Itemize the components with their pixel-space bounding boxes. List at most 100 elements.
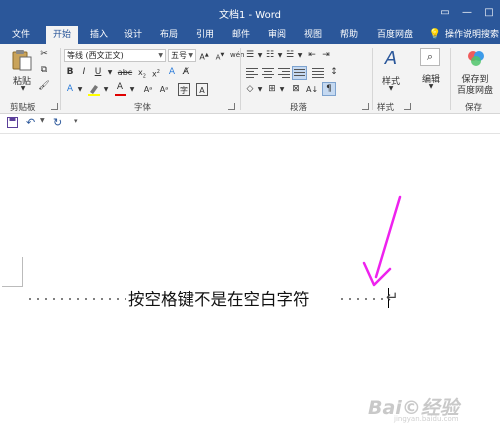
save-to-netdisk-label-2[interactable]: 百度网盘	[452, 83, 498, 96]
group-divider	[240, 48, 241, 110]
shrink-font-icon[interactable]: A▼	[214, 49, 226, 62]
borders-dropdown-icon[interactable]: ▼	[276, 83, 288, 96]
group-divider	[372, 48, 373, 110]
document-text-line[interactable]: 按空格键不是在空白字符	[128, 286, 310, 310]
customize-qat-icon[interactable]: ▾	[74, 117, 78, 125]
redo-icon[interactable]: ↻	[53, 116, 62, 129]
decrease-indent-icon[interactable]: ⇤	[306, 49, 318, 62]
lightbulb-icon[interactable]: 💡	[428, 26, 442, 44]
tab-view[interactable]: 视图	[298, 26, 328, 44]
tab-layout[interactable]: 布局	[154, 26, 184, 44]
superscript-icon[interactable]: x2	[150, 66, 162, 79]
sort-icon[interactable]: A↓	[306, 83, 318, 96]
font-group-label: 字体	[134, 103, 152, 113]
paste-icon[interactable]	[10, 48, 34, 72]
font-size-combo[interactable]: 五号 ▼	[168, 49, 196, 62]
font-name-value: 等线 (西文正文)	[67, 51, 124, 60]
font-size-dropdown-icon[interactable]: ▼	[188, 50, 193, 61]
enclose-characters-icon[interactable]: 字	[178, 83, 190, 96]
show-paragraph-marks-icon[interactable]: ¶	[322, 82, 336, 96]
increase-indent-icon[interactable]: ⇥	[320, 49, 332, 62]
tab-review[interactable]: 审阅	[262, 26, 292, 44]
save-group-label: 保存	[465, 103, 483, 113]
maximize-icon[interactable]: □	[478, 0, 500, 26]
paste-dropdown-icon[interactable]: ▼	[18, 85, 28, 92]
format-painter-icon[interactable]: 🖌	[38, 80, 50, 93]
font-color-icon[interactable]: A	[114, 81, 126, 96]
text-effects-dropdown-icon[interactable]: ▼	[74, 83, 86, 96]
clear-formatting-icon[interactable]: A̸	[180, 66, 192, 79]
font-name-combo[interactable]: 等线 (西文正文) ▼	[64, 49, 166, 62]
highlight-icon[interactable]	[88, 83, 100, 96]
document-page[interactable]: 按空格键不是在空白字符 ↵ Bai©经验 jingyan.baidu.com	[0, 135, 500, 443]
justify-icon[interactable]	[292, 66, 307, 80]
line-spacing-icon[interactable]: ↕	[328, 66, 340, 79]
underline-icon[interactable]: U	[92, 66, 104, 79]
title-bar: 文档1 - Word ▭ — □	[0, 0, 500, 26]
ribbon-display-options-icon[interactable]: ▭	[434, 0, 456, 26]
font-name-dropdown-icon[interactable]: ▼	[158, 50, 163, 61]
tab-mailings[interactable]: 邮件	[226, 26, 256, 44]
tab-help[interactable]: 帮助	[334, 26, 364, 44]
grow-font-icon[interactable]: A▲	[198, 49, 210, 62]
font-color-glyph: A	[116, 82, 124, 92]
baidu-watermark-url: jingyan.baidu.com	[394, 415, 459, 423]
styles-launcher-icon[interactable]	[404, 103, 411, 110]
annotation-arrow	[362, 195, 402, 287]
clipboard-group-label: 剪贴板	[10, 103, 36, 113]
tab-home[interactable]: 开始	[46, 26, 78, 44]
group-divider	[60, 48, 61, 110]
undo-dropdown-icon[interactable]: ▼	[40, 117, 45, 124]
styles-dropdown-icon[interactable]: ▼	[386, 85, 396, 92]
paragraph-group-label: 段落	[290, 103, 308, 113]
editing-dropdown-icon[interactable]: ▼	[426, 83, 436, 90]
baidu-netdisk-icon[interactable]	[466, 48, 486, 68]
italic-icon[interactable]: I	[78, 66, 90, 79]
align-left-icon[interactable]	[246, 68, 258, 78]
underline-dropdown-icon[interactable]: ▼	[104, 66, 116, 79]
align-center-icon[interactable]	[262, 68, 274, 78]
space-marks-after	[338, 298, 384, 300]
character-shading-icon[interactable]: Aᵃ	[158, 83, 170, 96]
tab-file[interactable]: 文件	[6, 26, 36, 44]
styles-group-label: 样式	[377, 103, 395, 113]
font-color-dropdown-icon[interactable]: ▼	[126, 83, 138, 96]
editing-search-icon[interactable]: ⌕	[420, 48, 440, 66]
font-size-value: 五号	[171, 51, 187, 60]
clipboard-launcher-icon[interactable]	[51, 103, 58, 110]
window-title: 文档1 - Word	[218, 10, 282, 21]
phonetic-guide-glyph: wén	[230, 51, 245, 59]
highlight-dropdown-icon[interactable]: ▼	[100, 83, 112, 96]
font-launcher-icon[interactable]	[228, 103, 235, 110]
tab-references[interactable]: 引用	[190, 26, 220, 44]
bold-icon[interactable]: B	[64, 66, 76, 79]
ribbon-tab-bar: 文件 开始 插入 设计 布局 引用 邮件 审阅 视图 帮助 百度网盘 💡 操作说…	[0, 26, 500, 44]
text-effects-icon[interactable]: A	[166, 66, 178, 79]
tab-design[interactable]: 设计	[118, 26, 148, 44]
ribbon-home: 粘贴 ▼ ✂ ⧉ 🖌 剪贴板 等线 (西文正文) ▼ 五号 ▼ A▲ A▼ wé…	[0, 44, 500, 114]
group-divider	[450, 48, 451, 110]
shading-dropdown-icon[interactable]: ▼	[254, 83, 266, 96]
space-marks-before	[26, 298, 126, 300]
styles-icon[interactable]: A	[380, 48, 402, 70]
tab-insert[interactable]: 插入	[84, 26, 114, 44]
quick-access-toolbar: ↶ ▼ ↻ ▾	[0, 114, 500, 134]
tell-me-search[interactable]: 操作说明搜索	[444, 26, 500, 44]
character-border-icon[interactable]: A	[196, 83, 208, 96]
copy-icon[interactable]: ⧉	[38, 64, 50, 77]
save-icon[interactable]	[7, 117, 18, 131]
distributed-icon[interactable]	[312, 68, 324, 78]
cut-icon[interactable]: ✂	[38, 48, 50, 61]
strikethrough-icon[interactable]: abc	[116, 66, 134, 79]
tab-baidu-netdisk[interactable]: 百度网盘	[370, 26, 420, 44]
paragraph-launcher-icon[interactable]	[362, 103, 369, 110]
left-margin-mark	[22, 257, 23, 287]
multilevel-list-dropdown-icon[interactable]: ▼	[294, 49, 306, 62]
chinese-layout-icon[interactable]: ⊠	[290, 83, 302, 96]
top-margin-mark	[2, 286, 22, 287]
undo-icon[interactable]: ↶	[26, 116, 35, 129]
change-case-icon[interactable]: Aᵃ	[142, 83, 154, 96]
minimize-icon[interactable]: —	[456, 0, 478, 26]
subscript-icon[interactable]: x2	[136, 66, 148, 80]
align-right-icon[interactable]	[278, 68, 290, 78]
